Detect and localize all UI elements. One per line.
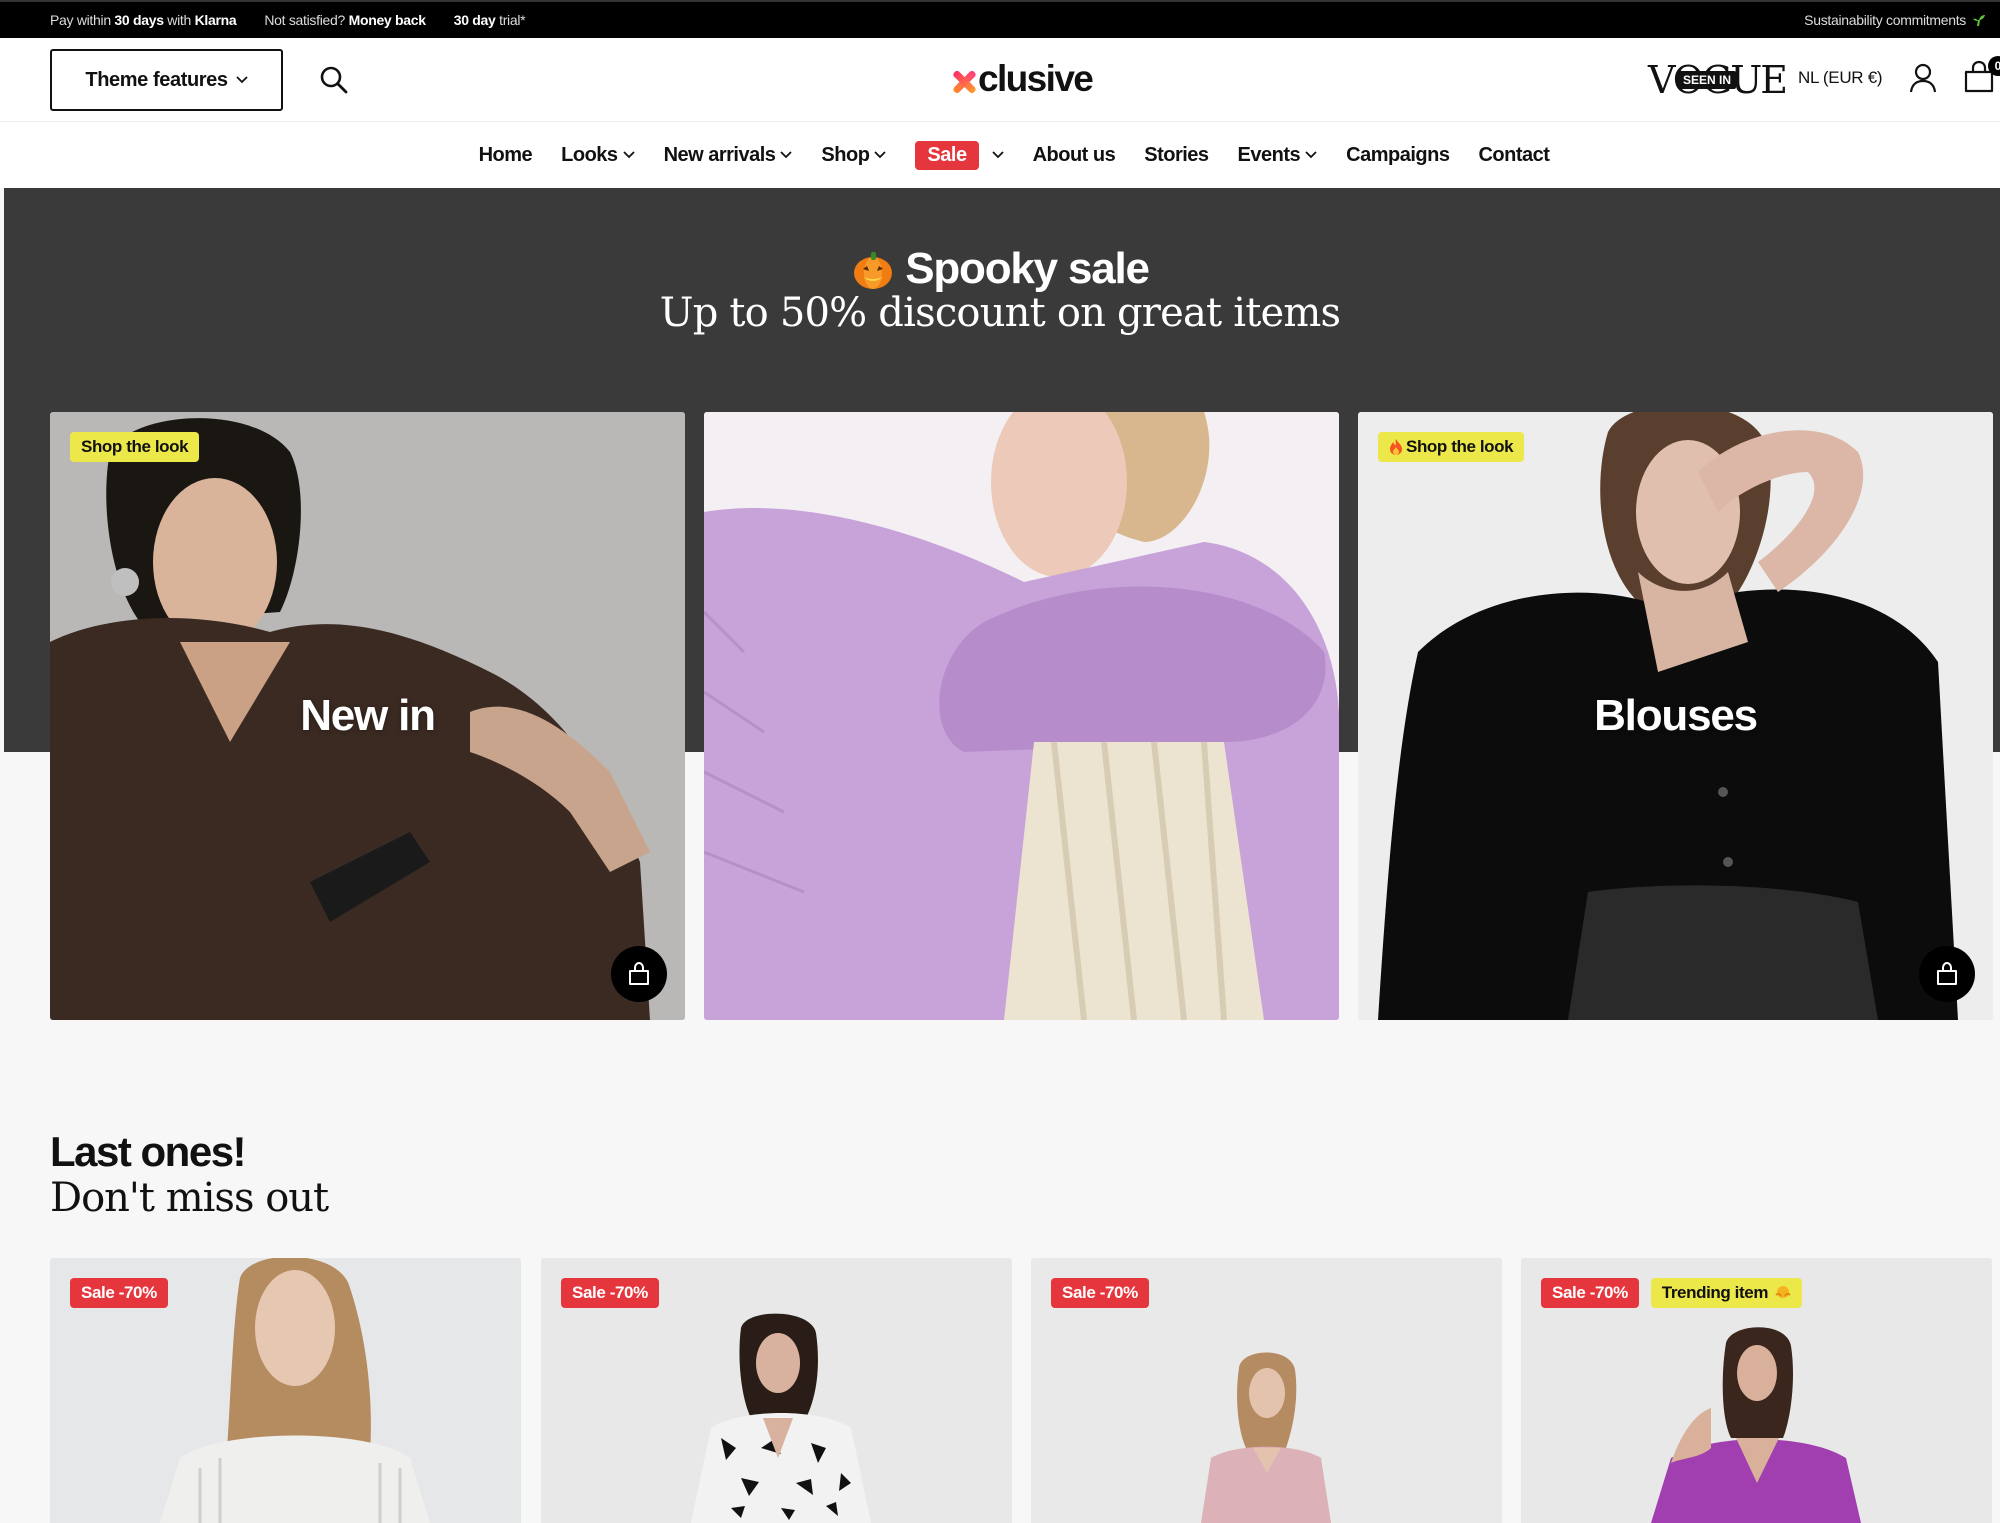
feature-card-knitwear[interactable] bbox=[704, 412, 1339, 1020]
product-badges: Sale -70% bbox=[561, 1278, 659, 1308]
sustainability-link[interactable]: Sustainability commitments bbox=[1804, 12, 1986, 28]
sale-badge: Sale -70% bbox=[1051, 1278, 1149, 1308]
logo-text: clusive bbox=[978, 58, 1094, 99]
site-header: Theme features clusive VOGUE SEEN IN NL … bbox=[0, 38, 2000, 122]
quick-shop-button[interactable] bbox=[611, 946, 667, 1002]
shopping-bag-icon bbox=[629, 961, 649, 985]
press-logo-vogue: VOGUE SEEN IN bbox=[1648, 58, 1788, 102]
chevron-down-icon bbox=[235, 76, 248, 84]
sustainability-label: Sustainability commitments bbox=[1804, 12, 1966, 28]
usp-bold: 30 days bbox=[114, 12, 164, 28]
announcement-bar: Pay within 30 days with Klarna Not satis… bbox=[0, 0, 2000, 38]
site-logo[interactable]: clusive bbox=[952, 56, 1094, 102]
card-title: Blouses bbox=[1594, 691, 1758, 740]
sale-badge: Sale -70% bbox=[1541, 1278, 1639, 1308]
trending-label: Trending item bbox=[1661, 1283, 1769, 1302]
model-photo bbox=[704, 412, 1339, 1020]
promo-banner-title: Spooky sale bbox=[0, 244, 2000, 294]
search-icon[interactable] bbox=[318, 64, 350, 96]
nav-item-contact[interactable]: Contact bbox=[1478, 144, 1549, 167]
sprout-icon bbox=[1973, 15, 1985, 27]
logo-x-mark bbox=[952, 70, 976, 94]
usp-list: Pay within 30 days with Klarna Not satis… bbox=[50, 12, 526, 28]
product-card[interactable]: Sale -70% bbox=[50, 1258, 521, 1523]
nav-label: Contact bbox=[1478, 143, 1550, 166]
usp-bold: 30 day bbox=[453, 12, 496, 28]
sale-badge: Sale -70% bbox=[70, 1278, 168, 1308]
nav-item-about-us[interactable]: About us bbox=[1033, 144, 1116, 167]
product-card[interactable]: Sale -70% bbox=[541, 1258, 1012, 1523]
banner-title-text: Spooky sale bbox=[905, 244, 1150, 293]
nav-item-sale[interactable]: Sale bbox=[915, 140, 1004, 170]
quick-shop-button[interactable] bbox=[1919, 946, 1975, 1002]
nav-item-events[interactable]: Events bbox=[1238, 144, 1318, 167]
product-badges: Sale -70% bbox=[70, 1278, 168, 1308]
shopping-bag-icon bbox=[1937, 961, 1957, 985]
product-card[interactable]: Sale -70% bbox=[1031, 1258, 1502, 1523]
user-icon[interactable] bbox=[1908, 62, 1938, 94]
nav-item-campaigns[interactable]: Campaigns bbox=[1346, 143, 1450, 167]
section-subtitle: Don't miss out bbox=[50, 1175, 329, 1221]
usp-text: Pay within bbox=[50, 12, 115, 28]
feature-card-blouses[interactable]: Shop the look Blouses bbox=[1358, 412, 1993, 1020]
pumpkin-icon bbox=[854, 252, 893, 289]
nav-item-stories[interactable]: Stories bbox=[1144, 143, 1209, 167]
cart-button[interactable]: 0 bbox=[1962, 56, 2000, 96]
trending-badge: Trending item bbox=[1650, 1278, 1803, 1308]
main-navigation: Home Looks New arrivals Shop Sale About … bbox=[0, 122, 2000, 188]
hugging-face-icon bbox=[1775, 1286, 1792, 1298]
usp-klarna: Pay within 30 days with Klarna bbox=[50, 12, 237, 28]
theme-features-button[interactable]: Theme features bbox=[50, 49, 283, 111]
nav-label: New arrivals bbox=[663, 143, 776, 166]
nav-item-shop[interactable]: Shop bbox=[821, 143, 887, 167]
chevron-down-icon bbox=[622, 151, 635, 159]
sale-badge: Sale -70% bbox=[561, 1278, 659, 1308]
usp-text: with bbox=[163, 12, 195, 28]
chevron-down-icon bbox=[1305, 151, 1317, 159]
chevron-down-icon bbox=[780, 151, 793, 159]
product-badges: Sale -70% bbox=[1051, 1278, 1149, 1308]
usp-trial: 30 day trial* bbox=[454, 12, 526, 28]
usp-money-back: Not satisfied? Money back bbox=[264, 12, 426, 28]
sale-highlight-label: Sale bbox=[915, 140, 979, 170]
section-title: Last ones! bbox=[50, 1128, 247, 1175]
feature-card-new-in[interactable]: Shop the look New in bbox=[50, 412, 685, 1020]
nav-label: Shop bbox=[821, 143, 870, 166]
product-badges: Sale -70% Trending item bbox=[1541, 1278, 1803, 1308]
product-card[interactable]: Sale -70% Trending item bbox=[1521, 1258, 1992, 1523]
nav-label: Looks bbox=[561, 143, 618, 166]
card-title: New in bbox=[300, 691, 436, 740]
nav-label: Stories bbox=[1144, 143, 1209, 166]
nav-item-looks[interactable]: Looks bbox=[561, 143, 635, 167]
usp-bold: Money back bbox=[348, 12, 426, 28]
theme-features-label: Theme features bbox=[85, 68, 228, 91]
nav-label: Campaigns bbox=[1346, 143, 1450, 166]
nav-label: About us bbox=[1032, 143, 1116, 166]
nav-label: Home bbox=[478, 143, 533, 166]
usp-text: Not satisfied? bbox=[264, 12, 349, 28]
nav-label: Events bbox=[1237, 143, 1301, 166]
chevron-down-icon bbox=[991, 151, 1004, 159]
seen-in-badge: SEEN IN bbox=[1678, 71, 1737, 89]
chevron-down-icon bbox=[874, 151, 887, 159]
locale-selector[interactable]: NL (EUR €) bbox=[1798, 68, 1883, 88]
promo-banner-subtitle: Up to 50% discount on great items bbox=[659, 290, 1341, 336]
usp-text: trial* bbox=[495, 12, 526, 28]
nav-item-home[interactable]: Home bbox=[479, 144, 533, 167]
usp-bold: Klarna bbox=[194, 12, 237, 28]
nav-item-new-arrivals[interactable]: New arrivals bbox=[664, 144, 793, 167]
